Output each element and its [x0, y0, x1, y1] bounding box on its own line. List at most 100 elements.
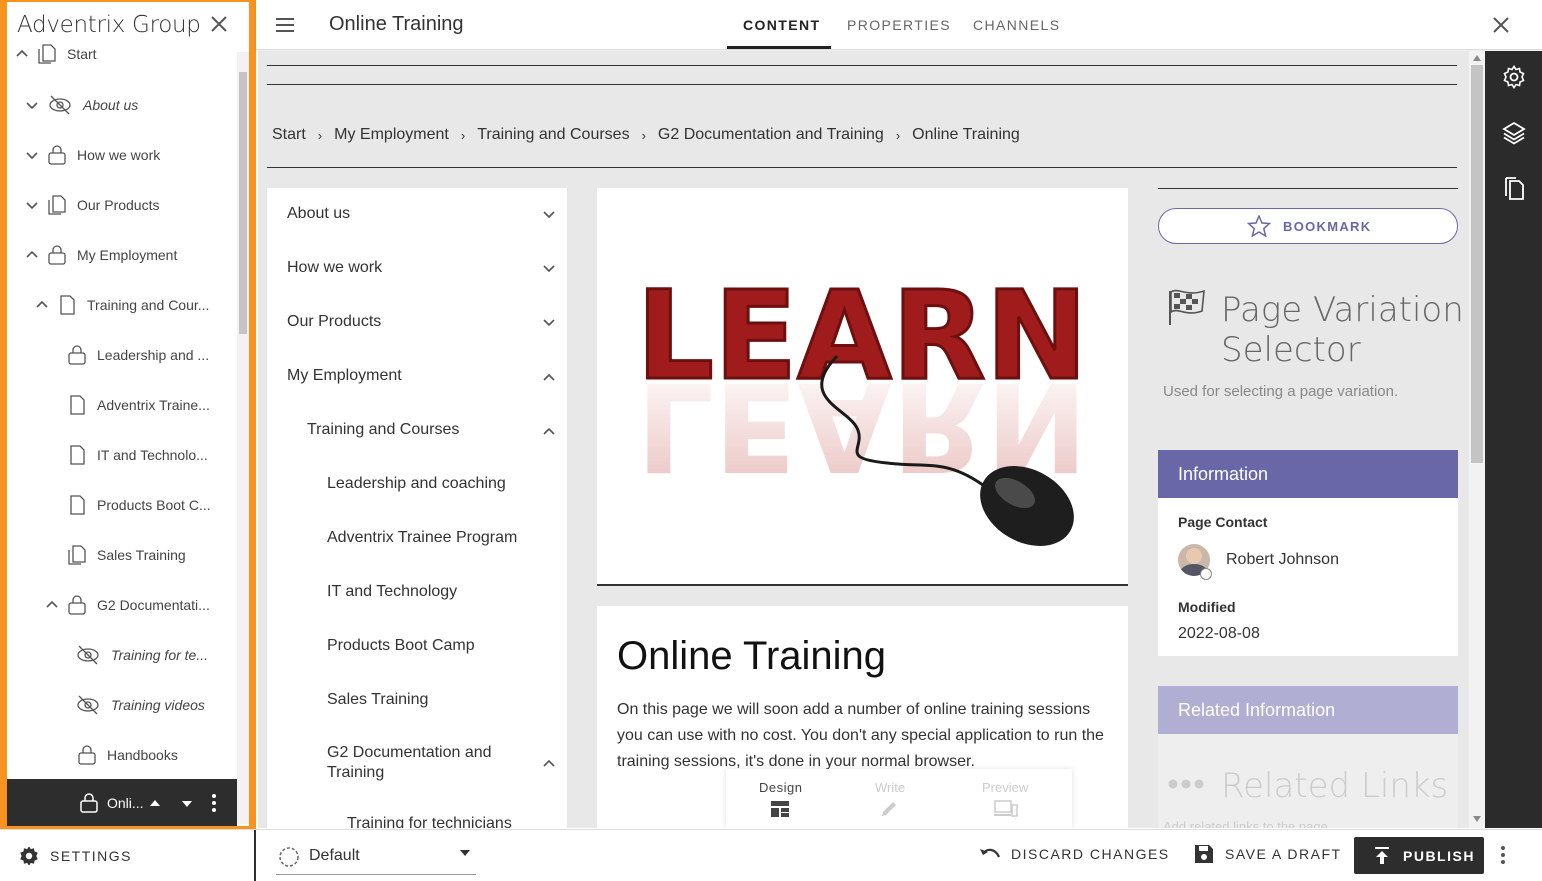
nav-item-our-products[interactable]: Our Products [287, 313, 381, 331]
hero-image[interactable]: LEARN LEARN [597, 188, 1128, 586]
article-body: On this page we will soon add a number o… [617, 701, 1104, 770]
breadcrumb-item[interactable]: My Employment [334, 126, 449, 144]
nav-item-how-we-work[interactable]: How we work [287, 259, 382, 277]
tree-item-our-products[interactable]: Our Products [25, 180, 159, 230]
canvas-scrollbar[interactable] [1469, 51, 1485, 828]
nav-item-it-technology[interactable]: IT and Technology [327, 583, 457, 601]
chevron-up-icon[interactable] [542, 372, 556, 382]
save-disk-icon [1195, 845, 1213, 863]
tab-content[interactable]: CONTENT [743, 17, 820, 33]
related-header-label: Related Information [1178, 700, 1336, 720]
close-editor-icon[interactable] [1492, 16, 1510, 34]
more-vert-icon[interactable] [1500, 845, 1506, 865]
design-layout-icon[interactable] [771, 801, 789, 817]
pvs-description: Used for selecting a page variation. [1163, 383, 1399, 400]
contact-name[interactable]: Robert Johnson [1226, 551, 1339, 569]
bottom-action-bar: SETTINGS Default DISCARD CHANGES SAVE A … [0, 829, 1542, 881]
devices-icon[interactable] [994, 800, 1018, 818]
tree-item-training-videos[interactable]: Training videos [73, 680, 205, 730]
close-tree-button[interactable] [209, 14, 229, 34]
nav-item-about-us[interactable]: About us [287, 205, 350, 223]
nav-item-training-and-courses[interactable]: Training and Courses [307, 421, 459, 439]
tree-item-products-boot-camp[interactable]: Products Boot C... [65, 480, 211, 530]
tree-item-my-employment[interactable]: My Employment [25, 230, 177, 280]
tree-item-label: Leadership and ... [97, 347, 210, 363]
breadcrumb-item[interactable]: Training and Courses [477, 126, 629, 144]
tree-item-start[interactable]: Start [15, 29, 97, 79]
chevron-up-icon [16, 49, 28, 57]
canvas-scrollbar-thumb[interactable] [1471, 65, 1483, 463]
chevron-down-icon[interactable] [542, 318, 556, 328]
mode-preview-label[interactable]: Preview [982, 780, 1028, 795]
mode-write-label[interactable]: Write [875, 780, 905, 795]
breadcrumb-separator: › [317, 127, 323, 143]
breadcrumb-item[interactable]: Start [272, 126, 306, 144]
article-title: Online Training [617, 634, 887, 678]
tree-item-training-and-courses[interactable]: Training and Cour... [35, 280, 209, 330]
save-draft-button[interactable]: SAVE A DRAFT [1194, 844, 1342, 864]
pencil-icon[interactable] [880, 800, 898, 818]
lock-icon [78, 745, 96, 765]
chevron-down-icon[interactable] [542, 210, 556, 220]
variant-select[interactable]: Default [276, 837, 476, 875]
settings-button[interactable]: SETTINGS [18, 845, 132, 867]
gear-icon [20, 846, 38, 866]
nav-item-adventrix-trainee[interactable]: Adventrix Trainee Program [327, 529, 517, 547]
tree-item-it-technology[interactable]: IT and Technolo... [65, 430, 208, 480]
tree-item-label: About us [83, 97, 139, 113]
nav-item-sales-training[interactable]: Sales Training [327, 691, 428, 709]
related-links-block: Related Links Add related links to the p… [1158, 734, 1458, 828]
checkered-flag-icon [1169, 289, 1205, 325]
tab-properties[interactable]: PROPERTIES [847, 17, 951, 33]
hamburger-menu-icon[interactable] [276, 17, 294, 33]
nav-item-training-for-technicians[interactable]: Training for technicians [347, 815, 512, 828]
move-down-icon[interactable] [181, 799, 193, 809]
tree-item-training-for-technicians[interactable]: Training for te... [73, 630, 208, 680]
chevron-up-icon [36, 300, 48, 308]
move-up-icon[interactable] [149, 798, 161, 808]
tree-item-about-us[interactable]: About us [25, 80, 138, 130]
nav-item-products-boot-camp[interactable]: Products Boot Camp [327, 637, 475, 655]
save-draft-label: SAVE A DRAFT [1225, 846, 1342, 862]
info-header: Information [1158, 450, 1458, 498]
nav-item-g2-documentation[interactable]: G2 Documentation and Training [327, 743, 517, 783]
editor-top-bar: Online Training CONTENT PROPERTIES CHANN… [256, 0, 1542, 50]
tree-item-handbooks[interactable]: Handbooks [75, 730, 178, 780]
tree-item-online-training-selected[interactable]: Onli... [7, 779, 237, 826]
tree-item-leadership[interactable]: Leadership and ... [65, 330, 209, 380]
page-title: Online Training [329, 13, 464, 35]
divider [267, 65, 1457, 66]
nav-item-my-employment[interactable]: My Employment [287, 367, 402, 385]
layers-icon[interactable] [1502, 121, 1526, 145]
discard-changes-label: DISCARD CHANGES [1011, 846, 1170, 862]
lock-icon [68, 595, 86, 615]
tree-item-label: Adventrix Traine... [97, 397, 210, 413]
chevron-up-icon[interactable] [542, 426, 556, 436]
tree-item-how-we-work[interactable]: How we work [25, 130, 160, 180]
divider [254, 830, 256, 881]
related-links-title: Related Links [1221, 766, 1449, 806]
more-vert-icon[interactable] [211, 793, 217, 813]
mode-design-label[interactable]: Design [759, 780, 802, 795]
publish-button[interactable]: PUBLISH [1354, 837, 1484, 874]
tree-item-label: G2 Documentati... [97, 597, 210, 613]
tree-item-g2-documentation[interactable]: G2 Documentati... [45, 580, 210, 630]
bookmark-button[interactable]: BOOKMARK [1158, 208, 1458, 244]
discard-changes-button[interactable]: DISCARD CHANGES [979, 845, 1170, 863]
breadcrumb-item[interactable]: G2 Documentation and Training [658, 126, 884, 144]
nav-item-leadership[interactable]: Leadership and coaching [327, 475, 506, 493]
tree-scrollbar[interactable] [237, 52, 249, 824]
tree-item-sales-training[interactable]: Sales Training [65, 530, 186, 580]
pvs-title-line-1: Page Variation [1221, 290, 1464, 330]
chevron-up-icon[interactable] [542, 758, 556, 768]
page-tree-panel: Adventrix Group Start About us How we wo… [0, 0, 256, 829]
settings-label: SETTINGS [50, 848, 133, 864]
tab-channels[interactable]: CHANNELS [973, 17, 1060, 33]
gear-icon[interactable] [1502, 65, 1526, 89]
tree-scrollbar-thumb[interactable] [239, 72, 247, 334]
star-outline-icon [1247, 215, 1271, 237]
copy-pages-icon[interactable] [1503, 177, 1525, 201]
chevron-down-icon[interactable] [542, 264, 556, 274]
tree-item-adventrix-trainee[interactable]: Adventrix Traine... [65, 380, 210, 430]
tree-item-label: Training videos [111, 697, 205, 713]
